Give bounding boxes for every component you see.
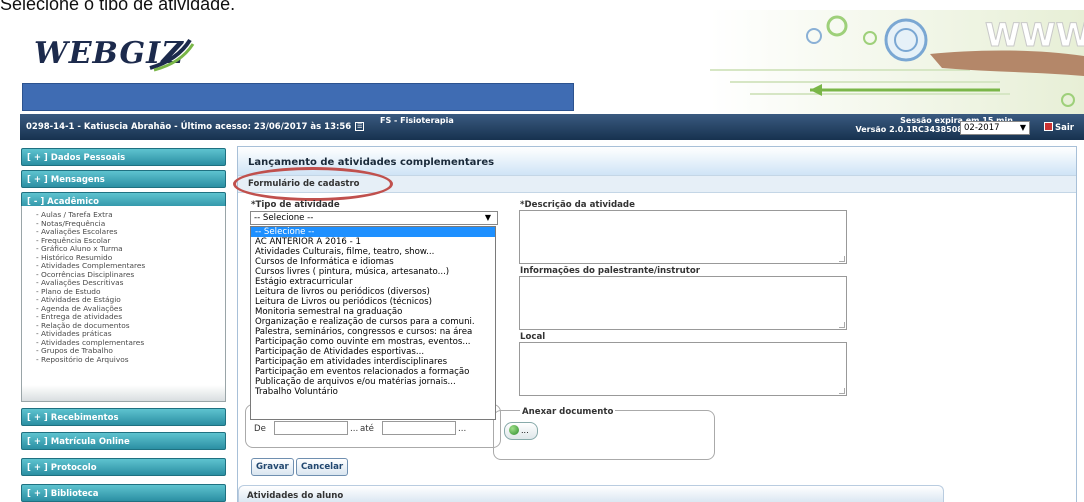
academic-submenu-item[interactable]: - Repositório de Arquivos	[36, 355, 225, 365]
attach-document-button[interactable]: ...	[504, 422, 538, 440]
activity-type-option[interactable]: Atividades Culturais, filme, teatro, sho…	[251, 247, 495, 257]
svg-text:WWW: WWW	[985, 16, 1084, 54]
period-select[interactable]: 02-2017 ▼	[960, 121, 1030, 135]
submenu-footer	[22, 385, 225, 401]
globe-icon	[509, 425, 519, 435]
description-textarea[interactable]	[519, 210, 847, 264]
activity-type-option[interactable]: AC ANTERIOR A 2016 - 1	[251, 237, 495, 247]
activity-type-option[interactable]: Participação em eventos relacionados a f…	[251, 367, 495, 377]
date-from-picker-button[interactable]: ...	[350, 424, 358, 434]
date-to-input[interactable]	[382, 421, 456, 435]
activity-type-select[interactable]: -- Selecione -- ▼	[250, 211, 498, 225]
academic-submenu: - Aulas / Tarefa Extra - Notas/Frequência…	[21, 206, 226, 402]
period-value: 02-2017	[964, 123, 1000, 133]
date-range: De ... até ...	[250, 418, 485, 442]
activity-type-option[interactable]: Cursos de Informática e idiomas	[251, 257, 495, 267]
location-textarea[interactable]	[519, 342, 847, 396]
speaker-info-textarea[interactable]	[519, 276, 847, 330]
activity-type-option[interactable]: Organização e realização de cursos para …	[251, 317, 495, 327]
activity-type-option[interactable]: Palestra, seminários, congressos e curso…	[251, 327, 495, 337]
sidebar-item-online-enrollment[interactable]: [ + ] Matrícula Online	[21, 432, 226, 450]
speaker-info-label: Informações do palestrante/instrutor	[520, 266, 701, 276]
location-label: Local	[520, 332, 546, 342]
user-status-bar: 0298-14-1 - Katiuscia Abrahão - Último a…	[20, 114, 1084, 140]
sidebar-item-personal-data[interactable]: [ + ] Dados Pessoais	[21, 148, 226, 166]
activity-type-option[interactable]: Cursos livres ( pintura, música, artesan…	[251, 267, 495, 277]
browser-page: WEBGIZ WWW 0298-14-1 - Katiuscia Abrahão…	[20, 10, 1084, 502]
header-banner-bar	[22, 83, 574, 111]
activity-type-dropdown-list: -- Selecione -- AC ANTERIOR A 2016 - 1 Ati…	[250, 226, 496, 420]
site-header: WEBGIZ WWW	[20, 10, 1084, 114]
sidebar-item-protocol[interactable]: [ + ] Protocolo	[21, 458, 226, 476]
attach-document-label: Anexar documento	[520, 407, 616, 417]
activity-type-label: *Tipo de atividade	[251, 200, 340, 210]
activity-type-option[interactable]: -- Selecione --	[251, 227, 495, 237]
date-from-label: De	[254, 424, 266, 434]
sidebar-item-library[interactable]: [ + ] Biblioteca	[21, 484, 226, 502]
cancel-button[interactable]: Cancelar	[296, 458, 349, 476]
sidebar-item-receipts[interactable]: [ + ] Recebimentos	[21, 408, 226, 426]
activity-type-option[interactable]: Monitoria semestral na graduação	[251, 307, 495, 317]
user-info-text: 0298-14-1 - Katiuscia Abrahão - Último a…	[26, 122, 352, 132]
highlight-annotation	[233, 167, 393, 201]
activity-type-option[interactable]: Participação como ouvinte em mostras, ev…	[251, 337, 495, 347]
activity-type-option[interactable]: Trabalho Voluntário	[251, 387, 495, 397]
activity-type-value: -- Selecione --	[254, 213, 314, 223]
chevron-down-icon: ▼	[484, 213, 491, 222]
activity-type-option[interactable]: Participação de Atividades esportivas...	[251, 347, 495, 357]
academic-submenu-list: - Aulas / Tarefa Extra - Notas/Frequência…	[22, 206, 225, 364]
course-name: FS - Fisioterapia	[380, 116, 454, 125]
activity-type-option[interactable]: Estágio extracurricular	[251, 277, 495, 287]
date-from-input[interactable]	[274, 421, 348, 435]
exit-icon	[1044, 122, 1053, 131]
save-button[interactable]: Gravar	[251, 458, 294, 476]
activity-type-option[interactable]: Publicação de arquivos e/ou matérias jor…	[251, 377, 495, 387]
activity-type-option[interactable]: Leitura de Livros ou periódicos (técnico…	[251, 297, 495, 307]
date-to-label: até	[360, 424, 374, 434]
exit-button[interactable]: Sair	[1044, 122, 1074, 133]
resize-grip-icon[interactable]	[839, 256, 845, 262]
resize-grip-icon[interactable]	[839, 322, 845, 328]
student-activities-section: Atividades do aluno	[238, 485, 944, 502]
activity-type-option[interactable]: Leitura de livros ou periódicos (diverso…	[251, 287, 495, 297]
logo-swoosh-icon	[149, 38, 195, 72]
sidebar-item-messages[interactable]: [ + ] Mensagens	[21, 170, 226, 188]
attach-button-dots: ...	[521, 426, 529, 435]
description-label: *Descrição da atividade	[520, 200, 635, 210]
resize-grip-icon[interactable]	[839, 388, 845, 394]
course-info-icon[interactable]: ☰	[355, 122, 365, 131]
chevron-down-icon: ▼	[1019, 123, 1026, 132]
www-banner-art: WWW	[710, 10, 1084, 114]
date-to-picker-button[interactable]: ...	[458, 424, 466, 434]
exit-label: Sair	[1055, 123, 1074, 133]
user-info: 0298-14-1 - Katiuscia Abrahão - Último a…	[26, 122, 368, 132]
activity-type-option[interactable]: Participação em atividades interdiscipli…	[251, 357, 495, 367]
webgiz-logo[interactable]: WEBGIZ	[34, 32, 195, 76]
